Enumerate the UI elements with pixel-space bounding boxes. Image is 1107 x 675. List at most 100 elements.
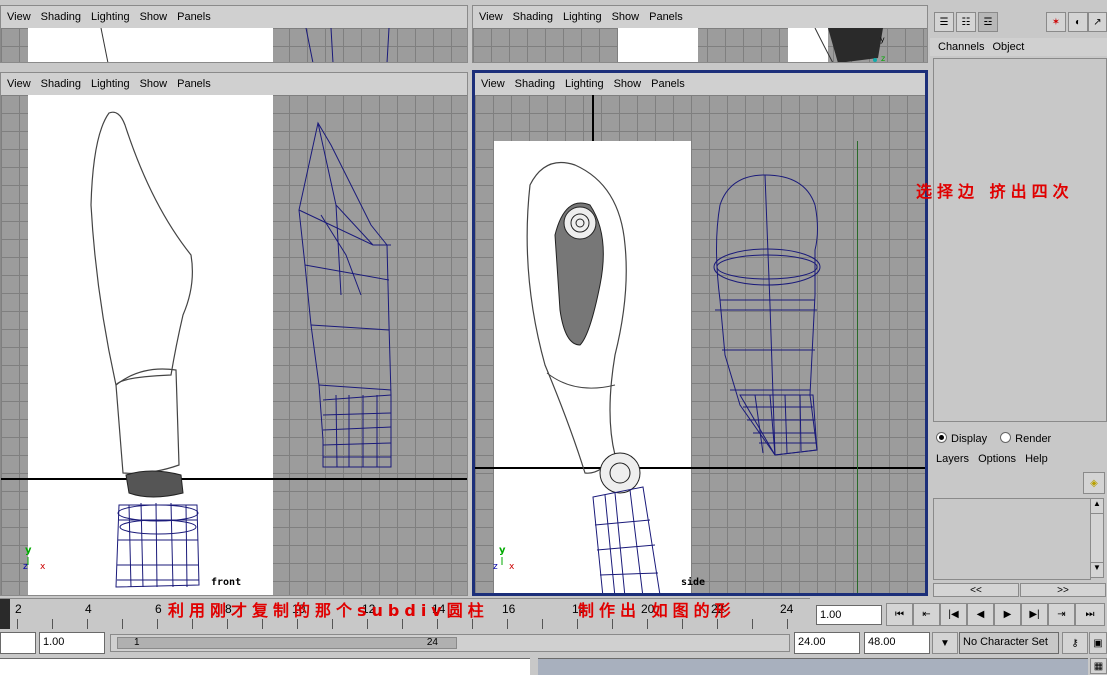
viewport-canvas[interactable]: y z x side <box>475 95 925 593</box>
play-backward-icon[interactable]: ◀ <box>967 603 994 626</box>
timeline-tick: 4 <box>85 602 92 616</box>
annotation-right: 选择边 挤出四次 <box>916 182 1074 201</box>
viewport-canvas[interactable]: y z x front <box>1 95 467 595</box>
start-time-field[interactable] <box>0 632 36 654</box>
go-to-end-icon[interactable]: ⏭ <box>1075 603 1105 626</box>
timeline-tick: 6 <box>155 602 162 616</box>
channel-box-area[interactable] <box>933 58 1107 422</box>
layer-nav-right[interactable]: >> <box>1020 583 1106 597</box>
menu-panels[interactable]: Panels <box>651 78 685 90</box>
step-forward-frame-icon[interactable]: ▶| <box>1021 603 1048 626</box>
menu-show[interactable]: Show <box>140 11 168 23</box>
layer-editor-mode: Display Render <box>936 432 1106 448</box>
menu-lighting[interactable]: Lighting <box>563 11 602 23</box>
go-to-start-icon[interactable]: ⏮ <box>886 603 913 626</box>
display-radio[interactable] <box>936 432 947 443</box>
menu-view[interactable]: View <box>7 78 31 90</box>
svg-text:z: z <box>493 562 498 572</box>
annotation-bottom-1: 利用刚才复制的那个subdiv圆柱 <box>168 601 489 620</box>
command-line[interactable] <box>0 658 530 675</box>
menu-lighting[interactable]: Lighting <box>91 11 130 23</box>
auto-key-icon[interactable]: ⚷ <box>1062 632 1088 654</box>
script-editor-icon[interactable]: ▦ <box>1090 658 1107 674</box>
menu-layers[interactable]: Layers <box>936 453 969 465</box>
menu-object[interactable]: Object <box>992 41 1024 53</box>
svg-text:y: y <box>499 545 506 556</box>
menu-shading[interactable]: Shading <box>41 11 81 23</box>
menu-view[interactable]: View <box>7 11 31 23</box>
arrow-icon[interactable]: ↗ <box>1088 12 1107 32</box>
menu-panels[interactable]: Panels <box>177 11 211 23</box>
step-forward-key-icon[interactable]: ⇥ <box>1048 603 1075 626</box>
new-layer-icon[interactable]: ◈ <box>1083 472 1105 494</box>
layer-scrollbar[interactable]: ▲ ▼ <box>1090 498 1104 578</box>
menu-shading[interactable]: Shading <box>513 11 553 23</box>
range-start-field[interactable]: 1.00 <box>39 632 105 654</box>
range-bar[interactable]: 1 24 <box>117 637 457 649</box>
range-slider[interactable]: 1 24 <box>110 634 790 652</box>
layer-layout-icon[interactable]: ☲ <box>978 12 998 32</box>
timeline-tick: 24 <box>780 602 794 616</box>
step-back-key-icon[interactable]: ⇤ <box>913 603 940 626</box>
channel-box-menubar: Channels Object <box>930 38 1107 56</box>
menu-shading[interactable]: Shading <box>515 78 555 90</box>
character-set-field[interactable]: No Character Set <box>959 632 1059 654</box>
step-back-frame-icon[interactable]: |◀ <box>940 603 967 626</box>
range-bar-end: 24 <box>426 637 438 648</box>
menu-view[interactable]: View <box>481 78 505 90</box>
menu-panels[interactable]: Panels <box>649 11 683 23</box>
animation-prefs-icon[interactable]: ▣ <box>1089 632 1107 654</box>
attribute-layout-icon[interactable]: ☷ <box>956 12 976 32</box>
menu-view[interactable]: View <box>479 11 503 23</box>
panel-toolbar: ☰ ☷ ☲ ✶ ◐ ↗ <box>930 10 1107 36</box>
menu-lighting[interactable]: Lighting <box>91 78 130 90</box>
timeline-tick: 16 <box>502 602 516 616</box>
menu-channels[interactable]: Channels <box>938 41 984 53</box>
right-panel: ☰ ☷ ☲ ✶ ◐ ↗ Channels Object Display Rend… <box>930 0 1107 600</box>
layer-editor-menubar: Layers Options Help <box>936 453 1106 469</box>
wireframe-mesh <box>100 28 390 62</box>
viewport-menubar: View Shading Lighting Show Panels <box>1 73 467 95</box>
viewport-canvas[interactable] <box>1 28 467 62</box>
menu-options[interactable]: Options <box>978 453 1016 465</box>
annotation-bottom-1b: 制作出 如图的形 <box>578 601 736 620</box>
range-end-field[interactable]: 24.00 <box>794 632 860 654</box>
shaded-model: y z <box>814 28 885 62</box>
svg-text:x: x <box>40 562 46 572</box>
svg-text:x: x <box>509 562 515 572</box>
channel-box-layout-icon[interactable]: ☰ <box>934 12 954 32</box>
command-feedback <box>538 658 1088 675</box>
display-label: Display <box>951 433 988 445</box>
menu-lighting[interactable]: Lighting <box>565 78 604 90</box>
range-bar-start: 1 <box>134 637 140 648</box>
shading-icon[interactable]: ◐ <box>1068 12 1088 32</box>
viewport-side[interactable]: View Shading Lighting Show Panels y z x … <box>472 70 928 596</box>
viewport-top-right[interactable]: View Shading Lighting Show Panels y z <box>472 5 928 63</box>
view-name-label: front <box>211 577 242 588</box>
menu-show[interactable]: Show <box>140 78 168 90</box>
transform-icon[interactable]: ✶ <box>1046 12 1066 32</box>
menu-panels[interactable]: Panels <box>177 78 211 90</box>
viewport-canvas[interactable]: y z <box>473 28 927 62</box>
character-set-dropdown-icon[interactable]: ▼ <box>932 632 958 654</box>
svg-text:z: z <box>23 562 28 572</box>
view-name-label: side <box>681 577 706 588</box>
play-forward-icon[interactable]: ▶ <box>994 603 1021 626</box>
svg-text:y: y <box>880 35 885 44</box>
viewport-top-left[interactable]: View Shading Lighting Show Panels <box>0 5 468 63</box>
layer-list[interactable] <box>933 498 1091 580</box>
render-radio[interactable] <box>1000 432 1012 443</box>
front-sketch: y z x <box>23 111 392 588</box>
current-time-field[interactable]: 1.00 <box>816 605 882 625</box>
menu-shading[interactable]: Shading <box>41 78 81 90</box>
max-time-field[interactable]: 48.00 <box>864 632 930 654</box>
layer-nav-left[interactable]: << <box>933 583 1019 597</box>
svg-text:z: z <box>881 54 885 62</box>
menu-help[interactable]: Help <box>1025 453 1048 465</box>
side-sketch: y z x <box>493 161 821 593</box>
viewport-menubar: View Shading Lighting Show Panels <box>473 6 927 28</box>
viewport-menubar: View Shading Lighting Show Panels <box>475 73 925 95</box>
menu-show[interactable]: Show <box>614 78 642 90</box>
menu-show[interactable]: Show <box>612 11 640 23</box>
viewport-front[interactable]: View Shading Lighting Show Panels y z x … <box>0 72 468 596</box>
